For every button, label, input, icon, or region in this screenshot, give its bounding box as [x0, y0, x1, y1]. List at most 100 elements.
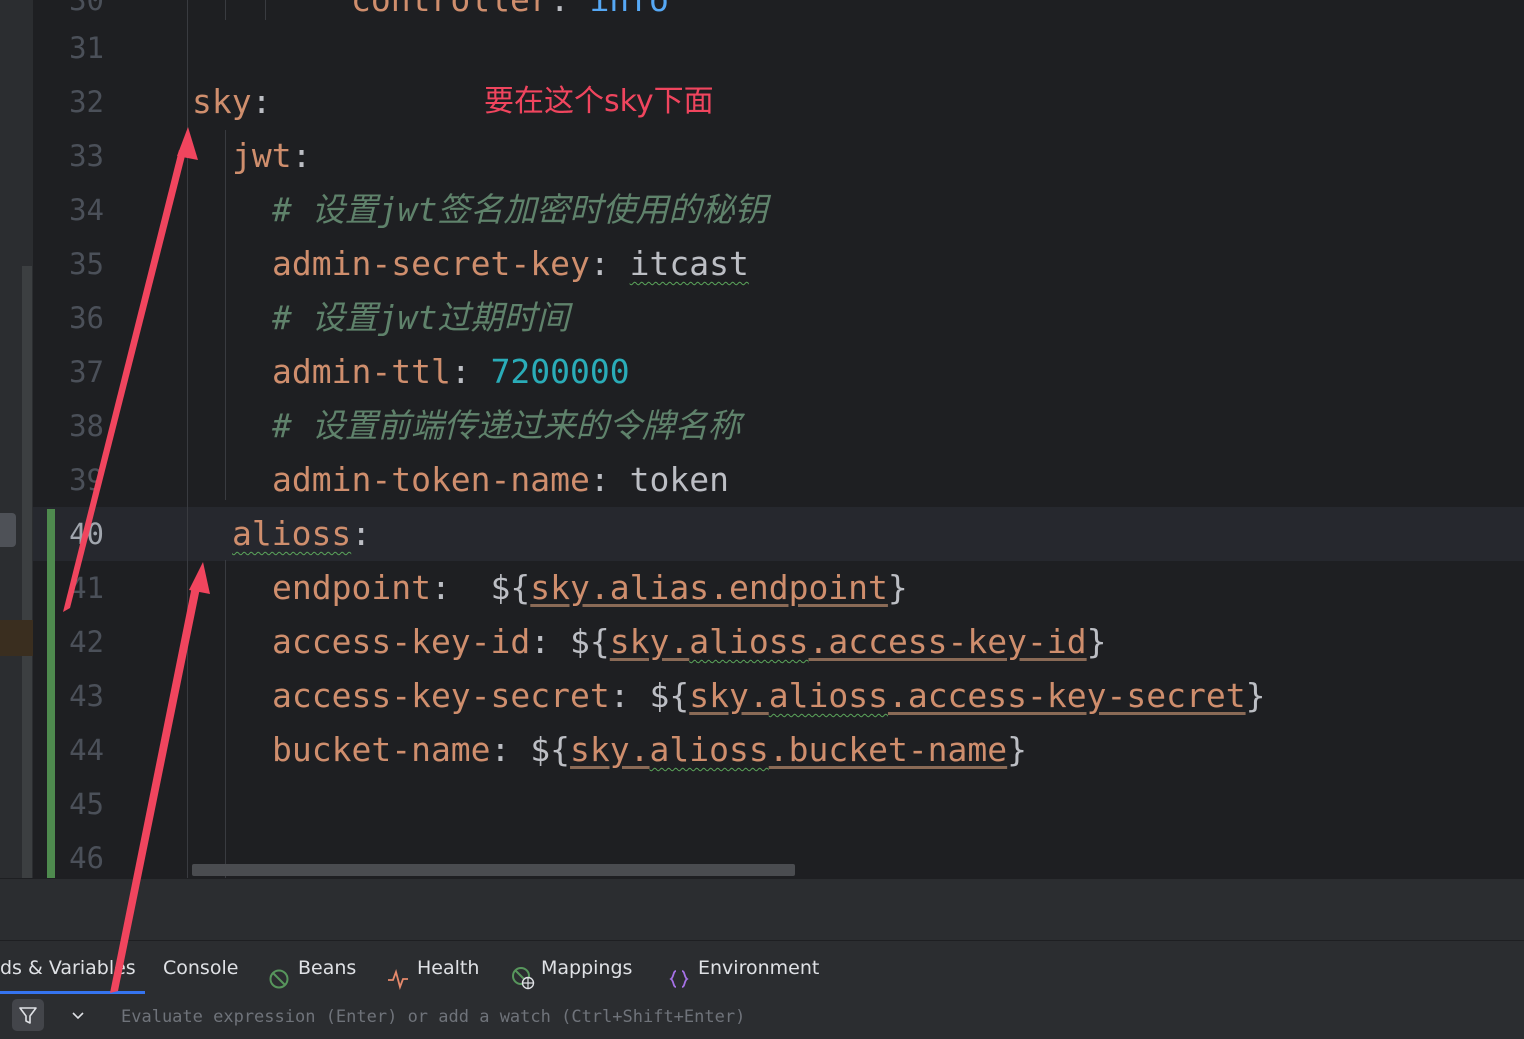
- yaml-key: access-key-id: [272, 622, 531, 661]
- punctuation: :: [351, 514, 372, 553]
- code-line[interactable]: 35 admin-secret-key: itcast: [0, 237, 1524, 291]
- yaml-comment: # 设置前端传递过来的令牌名称: [272, 406, 741, 445]
- yaml-key: alioss: [232, 514, 352, 553]
- tab-threads-variables[interactable]: ds & Variables: [0, 941, 136, 994]
- tab-environment[interactable]: Environment: [668, 941, 819, 994]
- code-text: jwt:: [232, 129, 311, 183]
- punctuation: :: [450, 352, 491, 391]
- code-line[interactable]: 44 bucket-name: ${sky.alioss.bucket-name}: [0, 723, 1524, 777]
- tab-beans[interactable]: Beans: [268, 941, 356, 994]
- tab-mappings[interactable]: Mappings: [511, 941, 632, 994]
- health-icon: [387, 957, 409, 990]
- tab-console[interactable]: Console: [163, 941, 238, 994]
- code-text: access-key-secret: ${sky.alioss.access-k…: [272, 669, 1265, 723]
- evaluate-bar: [0, 994, 1524, 1039]
- punctuation: }: [887, 568, 908, 607]
- mappings-icon: [511, 957, 535, 989]
- code-line[interactable]: 45: [0, 777, 1524, 831]
- property-reference: alioss: [689, 622, 809, 661]
- tab-label: Console: [163, 956, 239, 979]
- punctuation: }: [1245, 676, 1266, 715]
- line-number[interactable]: 33: [0, 129, 104, 183]
- tab-health[interactable]: Health: [387, 941, 479, 994]
- yaml-comment: # 设置jwt过期时间: [272, 298, 570, 337]
- line-number[interactable]: 38: [0, 399, 104, 453]
- property-reference: alioss: [768, 676, 888, 715]
- filter-icon: [19, 1007, 37, 1024]
- yaml-key: jwt: [232, 136, 292, 175]
- code-line[interactable]: 38 # 设置前端传递过来的令牌名称: [0, 399, 1524, 453]
- line-number[interactable]: 35: [0, 237, 104, 291]
- code-line[interactable]: 42 access-key-id: ${sky.alioss.access-key…: [0, 615, 1524, 669]
- line-number[interactable]: 41: [0, 561, 104, 615]
- filter-button[interactable]: [12, 999, 44, 1031]
- line-number[interactable]: 39: [0, 453, 104, 507]
- code-line[interactable]: 31: [0, 21, 1524, 75]
- environment-icon: [668, 957, 690, 988]
- yaml-comment: # 设置jwt签名加密时使用的秘钥: [272, 190, 768, 229]
- code-text: access-key-id: ${sky.alioss.access-key-i…: [272, 615, 1107, 669]
- line-number[interactable]: 31: [0, 21, 104, 75]
- line-number[interactable]: 37: [0, 345, 104, 399]
- code-line[interactable]: 43 access-key-secret: ${sky.alioss.access…: [0, 669, 1524, 723]
- code-text: admin-secret-key: itcast: [272, 237, 749, 291]
- line-number[interactable]: 44: [0, 723, 104, 777]
- code-text: bucket-name: ${sky.alioss.bucket-name}: [272, 723, 1027, 777]
- line-number[interactable]: 43: [0, 669, 104, 723]
- line-number[interactable]: 34: [0, 183, 104, 237]
- yaml-key: controller: [351, 0, 550, 19]
- yaml-key: endpoint: [272, 568, 431, 607]
- line-number[interactable]: 45: [0, 777, 104, 831]
- code-line[interactable]: 32 sky:: [0, 75, 1524, 129]
- code-text: admin-ttl: 7200000: [272, 345, 630, 399]
- code-line[interactable]: 34 # 设置jwt签名加密时使用的秘钥: [0, 183, 1524, 237]
- tab-label: Mappings: [541, 956, 633, 979]
- punctuation: :: [251, 82, 272, 121]
- code-text: admin-token-name: token: [272, 453, 729, 507]
- code-line[interactable]: 37 admin-ttl: 7200000: [0, 345, 1524, 399]
- tab-label: Environment: [698, 956, 820, 979]
- yaml-value: itcast: [629, 244, 749, 283]
- property-reference: sky.alias.endpoint: [530, 568, 888, 607]
- code-text: # 设置前端传递过来的令牌名称: [272, 399, 741, 453]
- punctuation: : ${: [609, 676, 690, 715]
- code-line[interactable]: 41 endpoint: ${sky.alias.endpoint}: [0, 561, 1524, 615]
- punctuation: : ${: [490, 730, 571, 769]
- punctuation: }: [1086, 622, 1107, 661]
- line-number[interactable]: 36: [0, 291, 104, 345]
- code-line[interactable]: 36 # 设置jwt过期时间: [0, 291, 1524, 345]
- code-line[interactable]: 40 alioss:: [0, 507, 1524, 561]
- code-text: sky:: [192, 75, 271, 129]
- line-number[interactable]: 32: [0, 75, 104, 129]
- evaluate-expression-input[interactable]: [104, 994, 1524, 1039]
- punctuation: : ${: [530, 622, 610, 661]
- line-number[interactable]: 42: [0, 615, 104, 669]
- property-reference: sky.: [570, 730, 650, 769]
- punctuation: :: [589, 460, 630, 499]
- property-reference: .bucket-name: [768, 730, 1008, 769]
- code-line[interactable]: 39 admin-token-name: token: [0, 453, 1524, 507]
- line-number[interactable]: 46: [0, 831, 104, 878]
- debug-tab-bar: ds & Variables Console Beans Health Mapp…: [0, 940, 1524, 995]
- yaml-key: sky: [192, 82, 252, 121]
- tab-label: Health: [417, 956, 480, 979]
- punctuation: }: [1007, 730, 1028, 769]
- yaml-value: token: [629, 460, 729, 499]
- panel-separator: [0, 878, 1524, 941]
- code-editor[interactable]: 30 controller: info 3132sky:33jwt:34# 设置…: [0, 0, 1524, 878]
- property-reference: .access-key-id: [808, 622, 1087, 661]
- code-line[interactable]: 33 jwt:: [0, 129, 1524, 183]
- code-text: # 设置jwt过期时间: [272, 291, 569, 345]
- code-text: # 设置jwt签名加密时使用的秘钥: [272, 183, 767, 237]
- yaml-key: admin-ttl: [272, 352, 451, 391]
- beans-icon: [268, 957, 290, 988]
- line-number[interactable]: 40: [0, 507, 104, 561]
- horizontal-scrollbar[interactable]: [192, 864, 795, 876]
- yaml-key: admin-token-name: [272, 460, 590, 499]
- property-reference: sky.: [609, 622, 690, 661]
- tab-label: Beans: [298, 956, 357, 979]
- property-reference: sky.: [689, 676, 769, 715]
- punctuation: : ${: [430, 568, 531, 607]
- dropdown-toggle[interactable]: [66, 999, 90, 1031]
- code-text: endpoint: ${sky.alias.endpoint}: [272, 561, 908, 615]
